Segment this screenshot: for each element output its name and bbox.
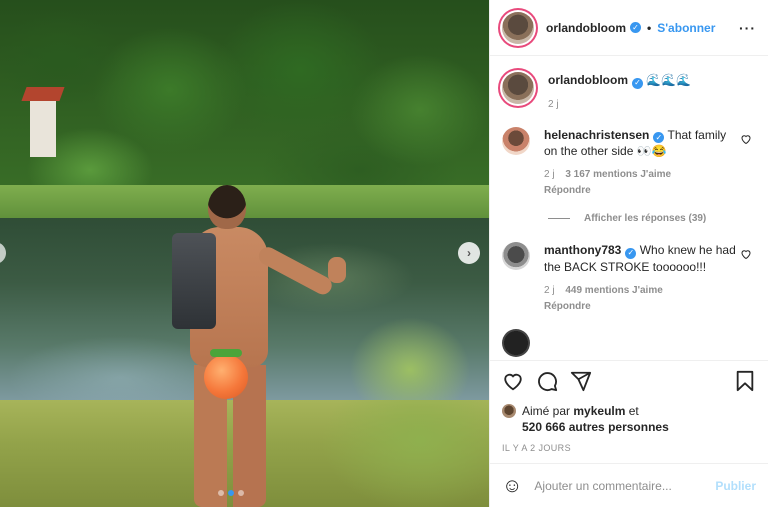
caption: orlandobloom ✓ 🌊🌊🌊 2 j — [502, 72, 756, 113]
trees-background — [0, 0, 489, 215]
header-separator: • — [647, 20, 652, 35]
comment-username[interactable]: manthony783 — [544, 243, 621, 257]
comment-time[interactable]: 2 j — [544, 169, 555, 180]
comment-item: helenachristensen ✓ That family on the ot… — [502, 126, 756, 200]
verified-badge-icon: ✓ — [625, 247, 637, 259]
post-photo[interactable]: › — [0, 0, 489, 507]
house-in-trees — [30, 95, 56, 157]
carousel-dots — [218, 490, 244, 496]
avatar[interactable] — [502, 72, 534, 104]
publish-button[interactable]: Publier — [715, 479, 756, 493]
comment-item: manthony783 ✓ Who knew he had the BACK ST… — [502, 242, 756, 315]
post-side-panel: orlandobloom ✓ • S'abonner ··· orlandobl… — [489, 0, 768, 507]
person-head — [208, 185, 246, 229]
likes-others[interactable]: 520 666 autres personnes — [522, 420, 669, 434]
comment-icon[interactable] — [536, 370, 558, 392]
post-date[interactable]: IL Y A 2 JOURS — [502, 443, 756, 453]
post-actions: Aimé par mykeulm et 520 666 autres perso… — [490, 360, 768, 453]
verified-badge-icon: ✓ — [632, 77, 643, 89]
carousel-dot — [238, 490, 244, 496]
comment-likes[interactable]: 449 mentions J'aime — [565, 285, 662, 296]
avatar[interactable] — [502, 242, 530, 270]
avatar[interactable] — [502, 126, 530, 155]
likes-user[interactable]: mykeulm — [573, 404, 625, 418]
avatar[interactable] — [502, 404, 516, 418]
caption-time[interactable]: 2 j — [548, 99, 559, 110]
heart-icon[interactable] — [740, 248, 752, 260]
verified-badge-icon: ✓ — [653, 132, 665, 143]
comment-time[interactable]: 2 j — [544, 285, 555, 296]
chevron-right-icon: › — [467, 246, 471, 260]
avatar[interactable] — [502, 328, 530, 357]
carousel-dot — [218, 490, 224, 496]
heart-icon[interactable] — [502, 370, 524, 392]
action-icons — [502, 369, 756, 393]
heart-icon[interactable] — [740, 133, 752, 145]
comment-input[interactable] — [534, 478, 716, 493]
comments-list[interactable]: orlandobloom ✓ 🌊🌊🌊 2 j helenachristensen ✓… — [490, 56, 768, 360]
avatar[interactable] — [502, 11, 534, 44]
shirt-over-shoulder — [172, 233, 216, 329]
next-photo-button[interactable]: › — [458, 242, 480, 264]
header-username[interactable]: orlandobloom — [546, 21, 626, 35]
caption-username[interactable]: orlandobloom — [548, 73, 628, 87]
emoji-icon[interactable]: ☺ — [502, 476, 522, 496]
comment-username[interactable]: helenachristensen — [544, 128, 649, 142]
caption-text: 🌊🌊🌊 — [646, 73, 692, 87]
verified-badge-icon: ✓ — [630, 22, 641, 33]
post-dialog: › orlandobloom ✓ • S'abonner ··· orlando… — [0, 0, 768, 507]
post-header: orlandobloom ✓ • S'abonner ··· — [490, 0, 768, 56]
carousel-dot-active — [228, 490, 234, 496]
comment-likes[interactable]: 3 167 mentions J'aime — [565, 169, 671, 180]
bookmark-icon[interactable] — [734, 370, 756, 392]
reply-button[interactable]: Répondre — [544, 185, 591, 196]
reply-button[interactable]: Répondre — [544, 301, 591, 312]
likes-suffix: et — [628, 404, 639, 418]
add-comment-bar: ☺ Publier — [490, 463, 768, 507]
view-replies-button[interactable]: Afficher les réponses (39) — [548, 213, 756, 224]
comment-item-partial — [502, 328, 756, 357]
peach-emoji-sticker — [204, 349, 248, 399]
follow-button[interactable]: S'abonner — [657, 21, 715, 35]
person-figure — [168, 185, 358, 507]
share-icon[interactable] — [570, 370, 592, 392]
more-options-icon[interactable]: ··· — [739, 20, 756, 36]
likes-prefix: Aimé par — [522, 404, 571, 418]
thumbs-up-hand — [328, 257, 346, 283]
header-user: orlandobloom ✓ • S'abonner — [546, 21, 715, 35]
likes-summary: Aimé par mykeulm et 520 666 autres perso… — [502, 403, 756, 435]
